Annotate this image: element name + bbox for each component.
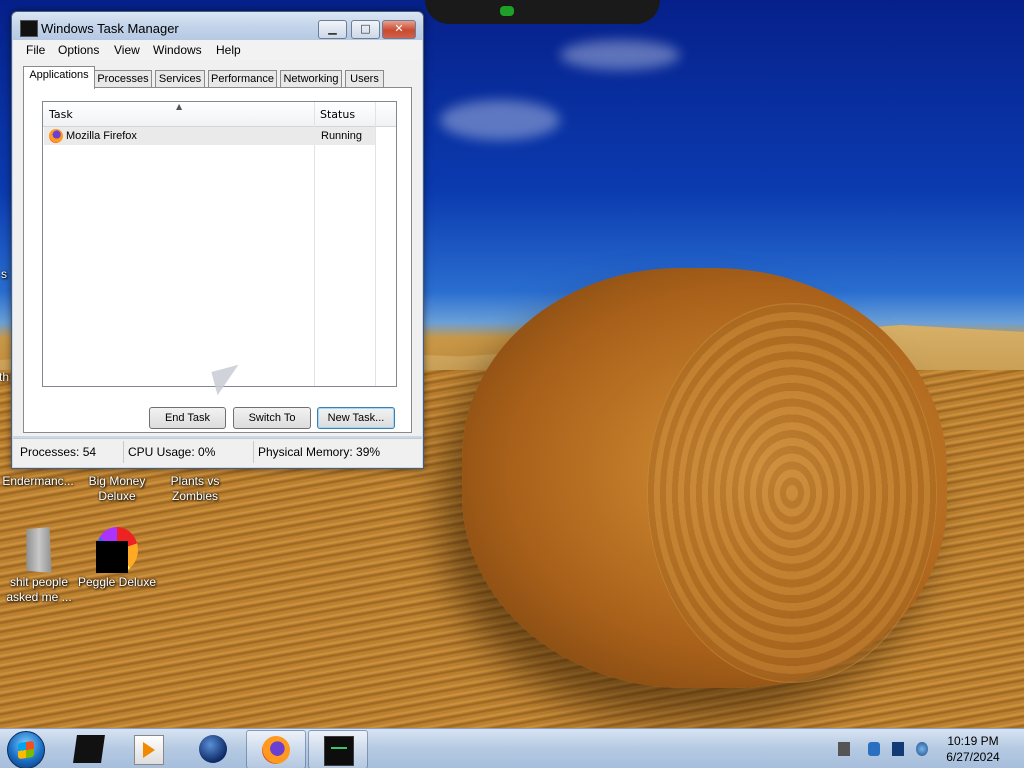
window-title: Windows Task Manager	[41, 21, 179, 36]
status-divider	[123, 441, 124, 463]
folder-icon	[26, 527, 52, 573]
tray-device-icon[interactable]	[838, 742, 850, 756]
tab-processes[interactable]: Processes	[94, 70, 152, 88]
task-list[interactable]: ▲ Task Status Mozilla Firefox Running	[42, 101, 397, 387]
top-gadget-bar	[425, 0, 660, 24]
cube-app-icon	[73, 735, 105, 763]
desktop-icon-peggle-deluxe[interactable]: Peggle Deluxe	[77, 527, 157, 590]
switch-to-button[interactable]: Switch To	[233, 407, 311, 429]
desktop-icon-folder[interactable]: shit people asked me ...	[0, 527, 79, 605]
firefox-icon	[262, 736, 290, 764]
cloud	[440, 100, 560, 140]
menu-windows[interactable]: Windows	[153, 43, 202, 57]
minimize-button[interactable]: ▁	[318, 20, 347, 39]
desktop-edge-text: th	[0, 370, 9, 384]
hay-bale	[462, 268, 947, 688]
status-light-icon	[500, 6, 514, 16]
title-bar[interactable]: Windows Task Manager ▁ □ ✕	[12, 12, 423, 40]
taskbar-item-globe[interactable]	[184, 730, 242, 767]
desktop-icon-label: Big Money Deluxe	[88, 474, 146, 503]
task-manager-icon	[324, 736, 354, 766]
task-manager-icon	[20, 20, 38, 37]
column-header-status[interactable]: Status	[320, 108, 355, 121]
desktop-icon-label: Plants vs Zombies	[170, 474, 220, 503]
taskbar-item-firefox[interactable]	[246, 730, 306, 768]
desktop-icon-label: Peggle Deluxe	[77, 575, 157, 589]
desktop-icon-label: Endermanc...	[2, 474, 74, 488]
status-processes: Processes: 54	[20, 445, 97, 459]
taskbar-item-task-manager[interactable]	[308, 730, 368, 768]
desktop-icon-plants-vs-zombies[interactable]: Plants vs Zombies	[155, 474, 235, 504]
menu-options[interactable]: Options	[58, 43, 99, 57]
cloud	[560, 40, 680, 70]
clock-time: 10:19 PM	[947, 734, 999, 748]
task-name: Mozilla Firefox	[66, 130, 137, 142]
new-task-button[interactable]: New Task...	[317, 407, 395, 429]
taskbar-item-cube-app[interactable]	[60, 730, 118, 767]
desktop-icon-big-money-deluxe[interactable]: Big Money Deluxe	[77, 474, 157, 504]
tab-services[interactable]: Services	[155, 70, 205, 88]
tab-users[interactable]: Users	[345, 70, 384, 88]
media-player-icon	[134, 735, 164, 765]
status-physical-memory: Physical Memory: 39%	[258, 445, 381, 459]
menu-bar: File Options View Windows Help	[13, 40, 422, 60]
menu-file[interactable]: File	[26, 43, 45, 57]
tray-network-icon[interactable]	[868, 742, 880, 756]
peggle-icon	[96, 527, 138, 573]
menu-help[interactable]: Help	[216, 43, 241, 57]
firefox-icon	[49, 129, 63, 143]
task-manager-window[interactable]: Windows Task Manager ▁ □ ✕ File Options …	[11, 11, 424, 469]
windows-logo-icon	[18, 740, 34, 760]
tab-networking[interactable]: Networking	[280, 70, 342, 88]
column-header-task[interactable]: Task	[49, 108, 73, 121]
status-divider	[253, 441, 254, 463]
taskbar-item-media-player[interactable]	[119, 730, 177, 767]
tab-applications[interactable]: Applications	[23, 66, 95, 89]
globe-icon	[199, 735, 227, 763]
sort-ascending-icon: ▲	[176, 102, 183, 111]
list-header: ▲ Task Status	[43, 102, 396, 127]
desktop-edge-text: s	[1, 267, 7, 281]
end-task-button[interactable]: End Task	[149, 407, 226, 429]
close-button[interactable]: ✕	[382, 20, 416, 39]
desktop-icon-label: shit people asked me ...	[6, 575, 72, 604]
task-status: Running	[321, 130, 362, 142]
desktop-icon-endermanch[interactable]: Endermanc...	[0, 474, 78, 489]
status-cpu-usage: CPU Usage: 0%	[128, 445, 216, 459]
clock-date: 6/27/2024	[946, 750, 1000, 764]
column-divider	[375, 102, 376, 386]
maximize-button[interactable]: □	[351, 20, 380, 39]
taskbar-clock[interactable]: 10:19 PM 6/27/2024	[936, 733, 1010, 765]
taskbar: 10:19 PM 6/27/2024	[0, 728, 1024, 768]
start-button[interactable]	[7, 731, 45, 768]
tab-performance[interactable]: Performance	[208, 70, 277, 88]
tray-volume-icon[interactable]	[916, 742, 928, 756]
status-bar: Processes: 54 CPU Usage: 0% Physical Mem…	[13, 438, 422, 467]
menu-view[interactable]: View	[114, 43, 140, 57]
table-row[interactable]: Mozilla Firefox Running	[44, 127, 375, 145]
tray-monitor-icon[interactable]	[892, 742, 904, 756]
